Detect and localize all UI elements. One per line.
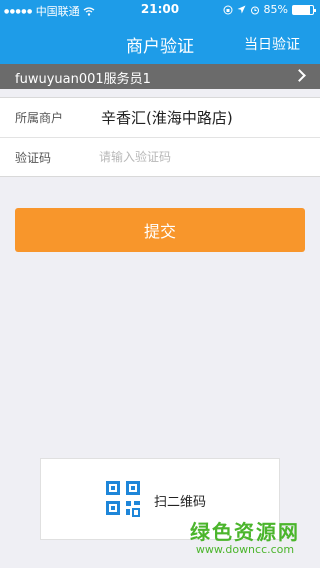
battery-fill [293,5,310,14]
merchant-row: 所属商户 辛香汇(淮海中路店) [0,98,320,137]
code-row: 验证码 [0,138,320,177]
orientation-lock-icon [223,5,233,14]
chevron-right-icon [293,69,306,82]
status-bar: ●●●●● 中国联通 21:00 85% [0,0,320,20]
watermark-url: www.downcc.com [195,543,295,556]
battery-icon [292,4,316,15]
watermark-logo: 绿色资源网 www.downcc.com [190,516,300,556]
battery-percent: 85% [263,3,288,16]
code-input[interactable] [99,145,299,169]
submit-button[interactable]: 提交 [15,208,305,252]
status-right: 85% [223,3,316,16]
nav-bar: 商户验证 当日验证 [0,20,320,64]
watermark-name: 绿色资源网 [190,520,300,544]
merchant-value: 辛香汇(淮海中路店) [101,109,233,127]
code-label: 验证码 [15,151,52,165]
alarm-icon [250,6,259,14]
location-icon [237,5,246,14]
qr-code-icon [106,481,140,517]
merchant-label: 所属商户 [15,111,64,125]
today-verification-button[interactable]: 当日验证 [244,34,300,54]
top-bar: ●●●●● 中国联通 21:00 85% 商户验证 当日验证 [0,0,320,64]
verification-form: 所属商户 辛香汇(淮海中路店) 验证码 [0,97,320,177]
account-label: fuwuyuan001服务员1 [15,72,151,87]
scan-qr-label: 扫二维码 [154,495,207,510]
account-bar[interactable]: fuwuyuan001服务员1 [0,64,320,89]
